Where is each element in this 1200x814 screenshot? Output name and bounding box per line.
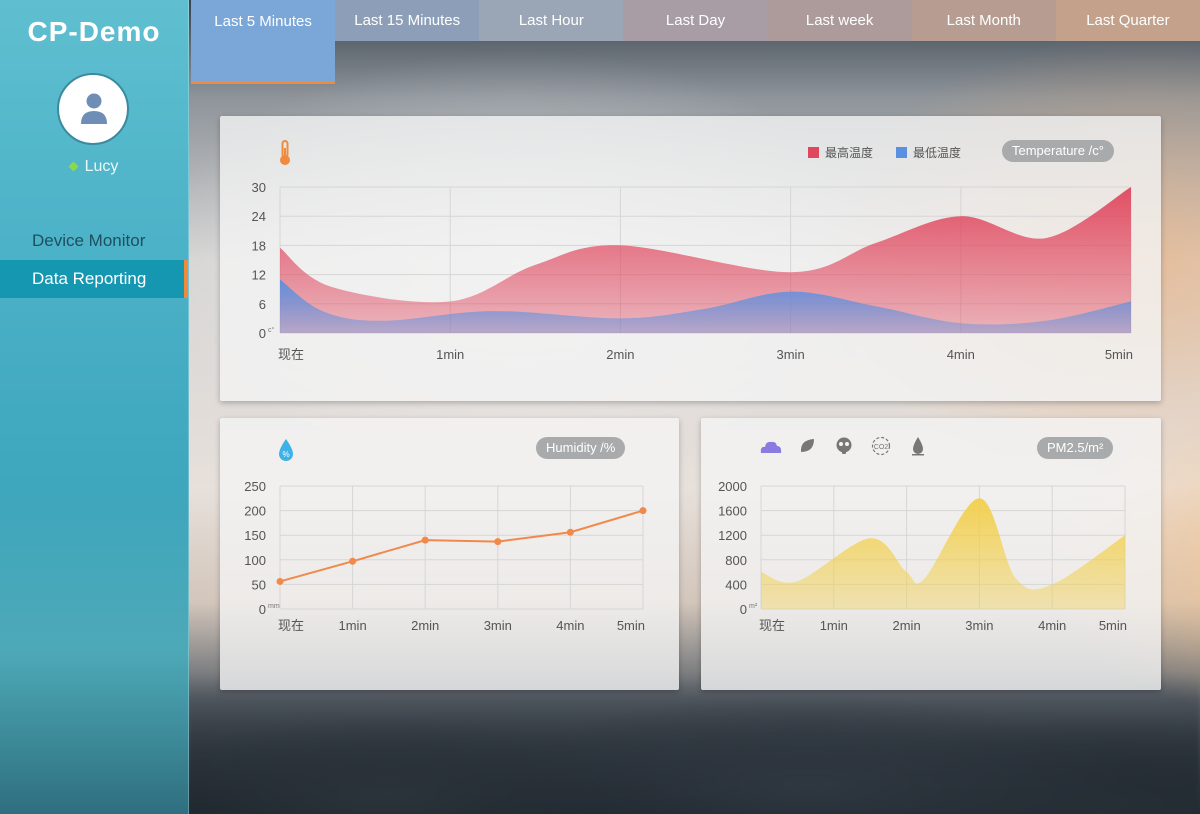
x-tick-label: 5min bbox=[1105, 347, 1133, 362]
y-tick-label: 150 bbox=[244, 528, 266, 543]
y-tick-label: 100 bbox=[244, 553, 266, 568]
series-line-0 bbox=[279, 509, 644, 583]
y-unit-label: mm bbox=[268, 603, 280, 610]
pm25-chart: 0 400 800 1200 1600 2000 现在 1min 2min 3min 4min 5mi… bbox=[718, 479, 1127, 633]
nav-data-reporting[interactable]: Data Reporting bbox=[0, 260, 188, 298]
online-status-icon bbox=[68, 161, 79, 172]
y-tick-label: 30 bbox=[252, 180, 266, 195]
brand-logo: CP-Demo bbox=[27, 16, 161, 47]
time-range-tabs: Last 5 Minutes Last 15 Minutes Last Hour… bbox=[191, 0, 1200, 84]
x-tick-label: 3min bbox=[777, 347, 805, 362]
x-tick-label: 2min bbox=[606, 347, 634, 362]
chart-grid bbox=[279, 485, 644, 610]
x-tick-label: 2min bbox=[893, 618, 921, 633]
sidebar: CP-Demo Lucy Device Monitor Data Reporti… bbox=[0, 0, 189, 814]
x-tick-label: 现在 bbox=[278, 618, 304, 633]
background-mountains bbox=[188, 674, 1200, 814]
x-tick-label: 现在 bbox=[759, 618, 785, 633]
y-unit-label: c° bbox=[268, 326, 275, 334]
temperature-card: 最高温度 最低温度 Temperature /c° 0 6 12 18 24 30 现在 1m… bbox=[220, 116, 1161, 401]
pm25-card: CO2 PM2.5/m² 0 400 800 1200 1600 2000 现在 1min 2m… bbox=[701, 418, 1161, 690]
series-area-0 bbox=[761, 498, 1125, 609]
x-tick-label: 现在 bbox=[278, 347, 304, 362]
tab-last-5-minutes[interactable]: Last 5 Minutes bbox=[191, 0, 336, 84]
y-tick-label: 250 bbox=[244, 479, 266, 494]
y-tick-label: 0 bbox=[259, 602, 266, 617]
y-tick-label: 1200 bbox=[718, 528, 747, 543]
tab-last-week[interactable]: Last week bbox=[767, 0, 912, 41]
user-icon bbox=[81, 93, 107, 124]
x-tick-label: 4min bbox=[1038, 618, 1066, 633]
tab-last-hour[interactable]: Last Hour bbox=[479, 0, 624, 41]
x-tick-label: 5min bbox=[1099, 618, 1127, 633]
x-tick-label: 1min bbox=[820, 618, 848, 633]
data-point bbox=[639, 507, 647, 515]
x-tick-label: 2min bbox=[411, 618, 439, 633]
user-name: Lucy bbox=[84, 158, 119, 175]
y-tick-label: 1600 bbox=[718, 504, 747, 519]
data-point bbox=[566, 528, 574, 536]
x-tick-label: 3min bbox=[484, 618, 512, 633]
temperature-chart: 0 6 12 18 24 30 现在 1min 2min 3min 4min 5min c° bbox=[252, 180, 1133, 362]
nav-device-monitor[interactable]: Device Monitor bbox=[0, 222, 188, 260]
y-tick-label: 12 bbox=[252, 268, 266, 283]
y-tick-label: 800 bbox=[725, 553, 747, 568]
tab-last-day[interactable]: Last Day bbox=[623, 0, 768, 41]
data-point bbox=[494, 538, 502, 546]
y-tick-label: 50 bbox=[252, 577, 266, 592]
y-tick-label: 0 bbox=[259, 326, 266, 341]
user-status: Lucy bbox=[0, 158, 188, 176]
data-point bbox=[349, 557, 357, 565]
y-tick-label: 2000 bbox=[718, 479, 747, 494]
avatar[interactable] bbox=[57, 73, 129, 145]
x-tick-label: 4min bbox=[556, 618, 584, 633]
y-unit-label: m² bbox=[749, 603, 758, 610]
y-tick-label: 0 bbox=[740, 602, 747, 617]
y-tick-label: 18 bbox=[252, 238, 266, 253]
tab-last-quarter[interactable]: Last Quarter bbox=[1055, 0, 1200, 41]
x-tick-label: 5min bbox=[617, 618, 645, 633]
tab-last-month[interactable]: Last Month bbox=[911, 0, 1056, 41]
data-point bbox=[276, 577, 284, 585]
x-tick-label: 3min bbox=[965, 618, 993, 633]
x-tick-label: 1min bbox=[436, 347, 464, 362]
x-tick-label: 4min bbox=[947, 347, 975, 362]
y-tick-label: 6 bbox=[259, 297, 266, 312]
x-tick-label: 1min bbox=[339, 618, 367, 633]
humidity-card: % Humidity /% 0 50 100 150 200 250 现在 1min 2min 3… bbox=[220, 418, 679, 690]
tab-last-15-minutes[interactable]: Last 15 Minutes bbox=[335, 0, 480, 41]
data-point bbox=[421, 536, 429, 544]
humidity-chart: 0 50 100 150 200 250 现在 1min 2min 3min 4min 5min mm bbox=[244, 479, 647, 633]
y-tick-label: 24 bbox=[252, 209, 266, 224]
y-tick-label: 200 bbox=[244, 504, 266, 519]
y-tick-label: 400 bbox=[725, 577, 747, 592]
